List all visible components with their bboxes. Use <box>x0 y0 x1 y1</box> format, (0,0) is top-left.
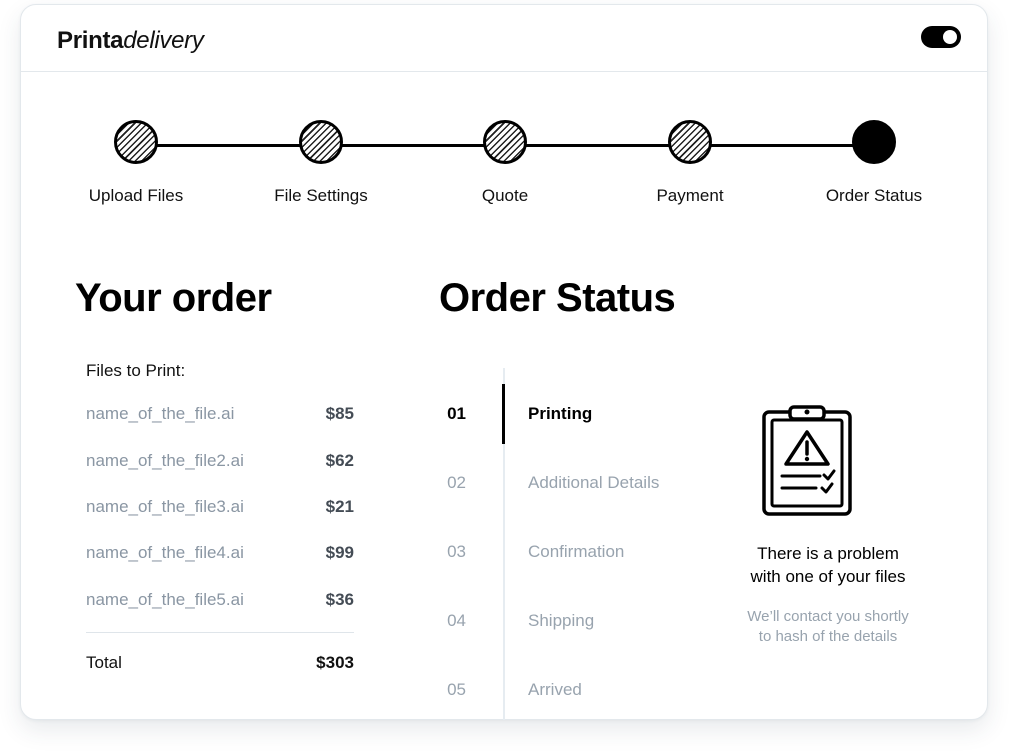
status-item-confirmation[interactable]: 03 Confirmation <box>420 540 720 564</box>
file-price: $99 <box>325 543 354 562</box>
file-row[interactable]: name_of_the_file4.ai $99 <box>86 542 354 564</box>
step-payment[interactable]: Payment <box>615 120 765 206</box>
problem-title: There is a problem with one of your file… <box>711 542 945 588</box>
status-label: Arrived <box>528 680 582 699</box>
brand-name-bold: Printa <box>57 27 124 54</box>
step-done-icon <box>483 120 527 164</box>
file-row[interactable]: name_of_the_file2.ai $62 <box>86 450 354 472</box>
status-number: 03 <box>447 542 466 561</box>
problem-title-line-1: There is a problem <box>757 544 899 563</box>
total-label: Total <box>86 653 122 672</box>
status-number: 05 <box>447 680 466 699</box>
file-row[interactable]: name_of_the_file5.ai $36 <box>86 589 354 611</box>
problem-subtitle: We’ll contact you shortly to hash of the… <box>711 607 945 647</box>
file-name: name_of_the_file2.ai <box>86 451 244 470</box>
step-done-icon <box>668 120 712 164</box>
status-label: Confirmation <box>528 542 625 561</box>
brand-logo[interactable]: Printadelivery <box>57 27 204 55</box>
file-name: name_of_the_file5.ai <box>86 590 244 609</box>
problem-title-line-2: with one of your files <box>750 567 906 586</box>
toggle-knob <box>943 30 957 44</box>
file-name: name_of_the_file4.ai <box>86 543 244 562</box>
step-done-icon <box>299 120 343 164</box>
step-label: Quote <box>481 186 529 205</box>
step-label: File Settings <box>274 186 368 205</box>
theme-toggle[interactable] <box>921 26 961 48</box>
step-quote[interactable]: Quote <box>430 120 580 206</box>
file-name: name_of_the_file3.ai <box>86 497 244 516</box>
step-label: Payment <box>656 186 724 205</box>
step-label: Order Status <box>825 186 923 205</box>
file-price: $21 <box>325 497 354 516</box>
total-divider <box>86 632 354 633</box>
step-current-icon <box>852 120 896 164</box>
your-order-title: Your order <box>75 276 272 320</box>
problem-subtitle-line-2: to hash of the details <box>758 628 898 645</box>
step-upload-files[interactable]: Upload Files <box>61 120 211 206</box>
brand-name-italic: delivery <box>123 27 204 54</box>
status-item-shipping[interactable]: 04 Shipping <box>420 609 720 633</box>
file-price: $62 <box>325 451 354 470</box>
status-item-additional-details[interactable]: 02 Additional Details <box>420 471 720 495</box>
order-status-title: Order Status <box>439 276 676 320</box>
file-name: name_of_the_file.ai <box>86 404 235 423</box>
status-label: Shipping <box>528 611 595 630</box>
problem-subtitle-line-1: We’ll contact you shortly <box>747 608 909 625</box>
file-price: $85 <box>325 404 354 423</box>
total-value: $303 <box>316 653 354 672</box>
step-file-settings[interactable]: File Settings <box>246 120 396 206</box>
status-number: 02 <box>447 473 466 492</box>
file-price: $36 <box>325 590 354 609</box>
status-label: Printing <box>528 404 593 423</box>
file-row[interactable]: name_of_the_file.ai $85 <box>86 403 354 425</box>
status-number: 01 <box>447 404 466 423</box>
status-item-arrived[interactable]: 05 Arrived <box>420 678 720 702</box>
file-row[interactable]: name_of_the_file3.ai $21 <box>86 496 354 518</box>
status-item-printing[interactable]: 01 Printing <box>420 402 720 426</box>
clipboard-warning-icon <box>762 405 852 516</box>
status-number: 04 <box>447 611 466 630</box>
app-header: Printadelivery <box>21 5 987 72</box>
status-label: Additional Details <box>528 473 660 492</box>
step-done-icon <box>114 120 158 164</box>
files-to-print-label: Files to Print: <box>86 361 186 380</box>
step-order-status[interactable]: Order Status <box>799 120 949 206</box>
step-label: Upload Files <box>88 186 184 205</box>
